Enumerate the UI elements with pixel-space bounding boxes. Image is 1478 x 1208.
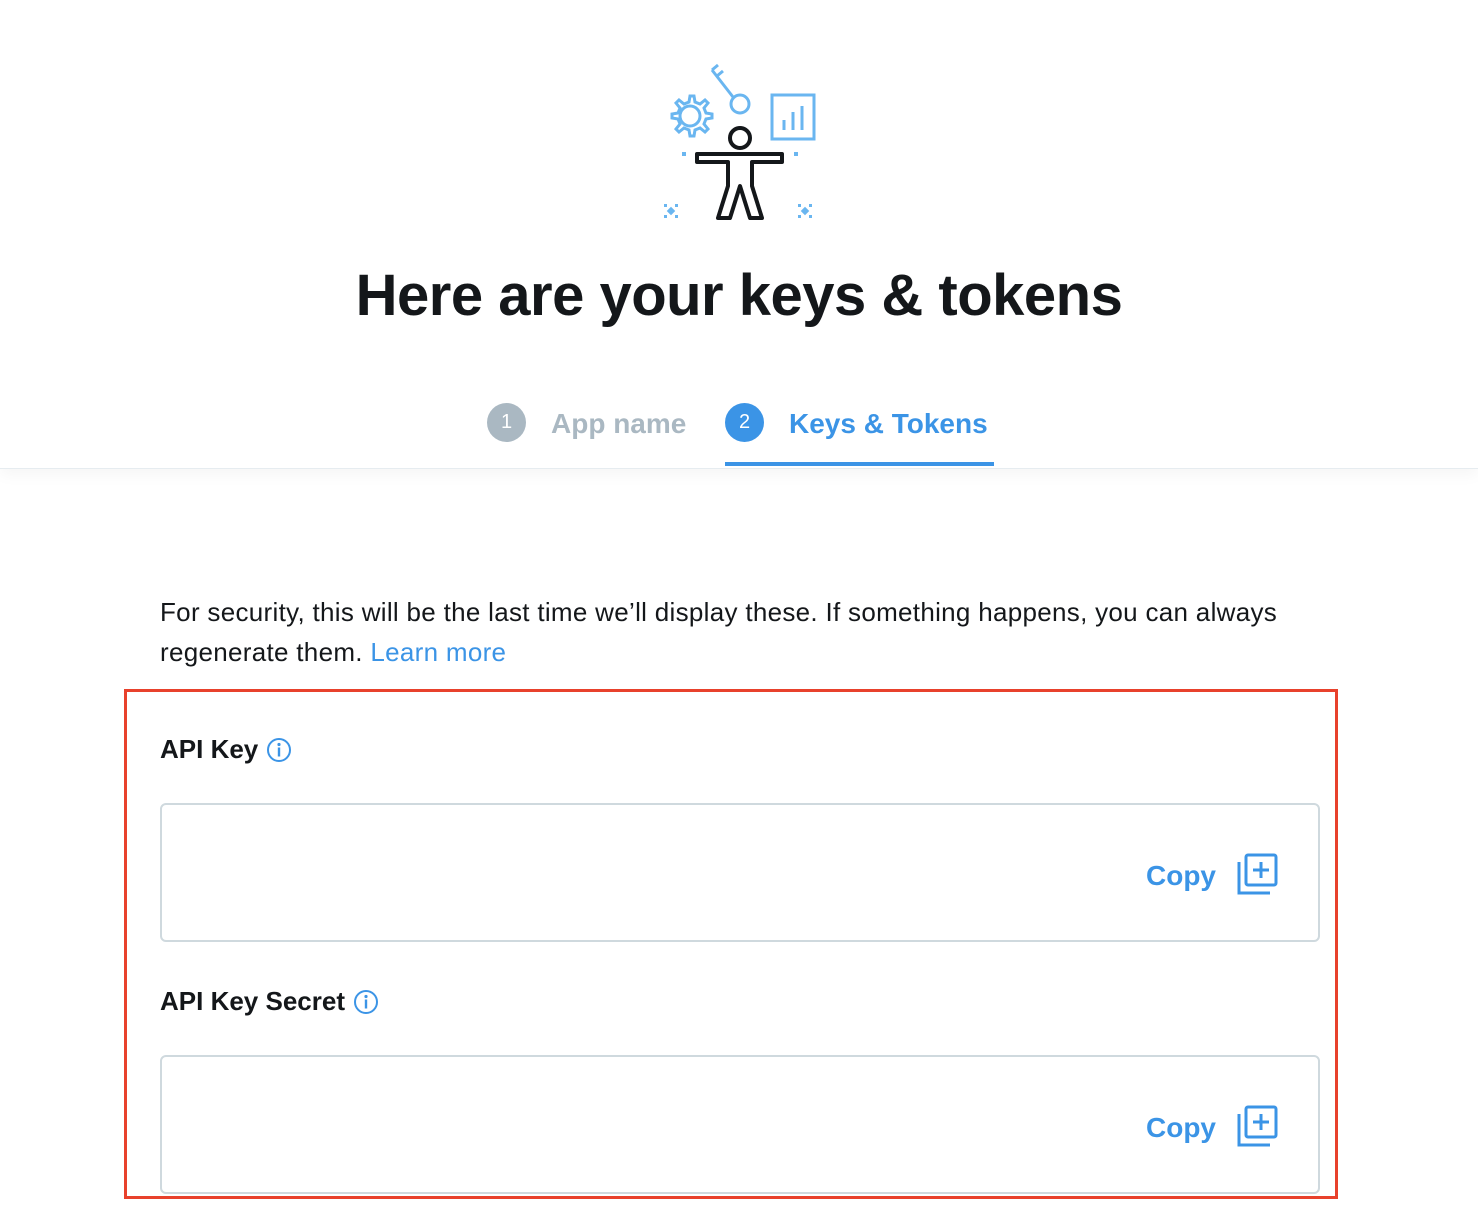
page-header: Here are your keys & tokens 1 App name 2… xyxy=(0,0,1478,469)
api-key-label: API Key xyxy=(160,734,292,765)
field-label-text: API Key xyxy=(160,734,259,764)
copy-add-icon xyxy=(1237,1105,1278,1147)
security-notice-text: For security, this will be the last time… xyxy=(160,597,1278,667)
info-icon[interactable] xyxy=(353,989,379,1015)
copy-add-icon xyxy=(1237,853,1278,895)
copy-api-key-secret-button[interactable]: Copy xyxy=(1146,1105,1278,1147)
learn-more-link[interactable]: Learn more xyxy=(370,637,506,667)
info-icon[interactable] xyxy=(266,737,292,763)
copy-api-key-button[interactable]: Copy xyxy=(1146,853,1278,895)
developer-illustration-icon xyxy=(664,63,816,220)
page-title: Here are your keys & tokens xyxy=(355,263,1123,328)
copy-label: Copy xyxy=(1146,1112,1216,1143)
tab-app-name[interactable]: 1 App name xyxy=(487,396,686,468)
api-key-secret-label: API Key Secret xyxy=(160,986,379,1017)
api-key-field[interactable]: Copy xyxy=(160,803,1320,942)
security-notice: For security, this will be the last time… xyxy=(160,592,1330,672)
step-number-badge: 2 xyxy=(725,403,764,442)
api-key-secret-field[interactable]: Copy xyxy=(160,1055,1320,1194)
step-number-badge: 1 xyxy=(487,403,526,442)
step-label: Keys & Tokens xyxy=(789,408,988,439)
step-label: App name xyxy=(551,408,687,439)
tab-keys-tokens[interactable]: 2 Keys & Tokens xyxy=(725,396,988,468)
field-label-text: API Key Secret xyxy=(160,986,345,1016)
active-tab-indicator xyxy=(725,462,994,466)
copy-label: Copy xyxy=(1146,860,1216,891)
step-tabs: 1 App name 2 Keys & Tokens xyxy=(0,396,1478,468)
